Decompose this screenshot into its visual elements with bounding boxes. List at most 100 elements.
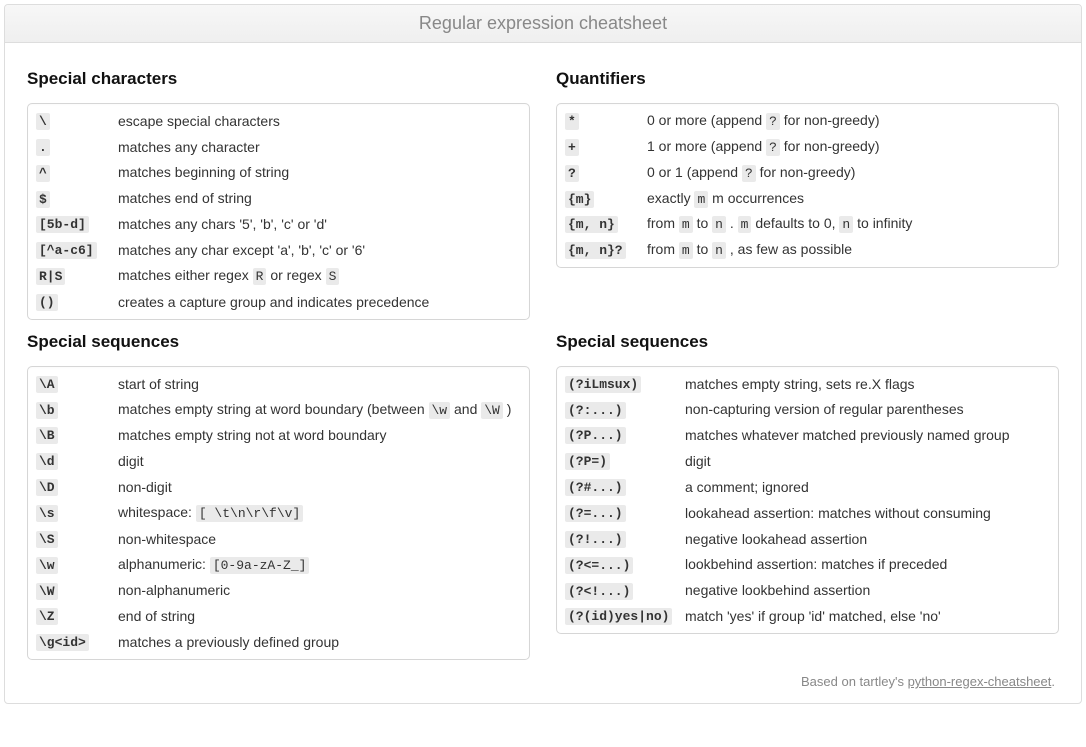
syntax-cell: \W bbox=[30, 578, 112, 604]
syntax-cell: (?!...) bbox=[559, 526, 679, 552]
footer-prefix: Based on tartley's bbox=[801, 674, 908, 689]
inline-code: \W bbox=[481, 402, 503, 419]
syntax-code: \d bbox=[36, 453, 58, 470]
table-special-chars: \escape special characters.matches any c… bbox=[30, 108, 527, 315]
syntax-code: \g<id> bbox=[36, 634, 89, 651]
row-bottom: Special sequences \A start of string \b mat… bbox=[27, 320, 1059, 660]
syntax-code: \B bbox=[36, 427, 58, 444]
description-cell: matches whatever matched previously name… bbox=[679, 422, 1056, 448]
description-cell: lookahead assertion: matches without con… bbox=[679, 500, 1056, 526]
well-special-chars: \escape special characters.matches any c… bbox=[27, 103, 530, 320]
syntax-code: \ bbox=[36, 113, 50, 130]
table-row: (?<!...)negative lookbehind assertion bbox=[559, 578, 1056, 604]
page-title: Regular expression cheatsheet bbox=[5, 5, 1081, 43]
table-row: (?<=...)lookbehind assertion: matches if… bbox=[559, 552, 1056, 578]
description-cell: digit bbox=[112, 448, 527, 474]
description-cell: match 'yes' if group 'id' matched, else … bbox=[679, 603, 1056, 629]
syntax-cell: (?iLmsux) bbox=[559, 371, 679, 397]
table-row: (?(id)yes|no) match 'yes' if group 'id' m… bbox=[559, 603, 1056, 629]
table-special-seq-right: (?iLmsux)matches empty string, sets re.X… bbox=[559, 371, 1056, 629]
syntax-code: \Z bbox=[36, 608, 58, 625]
table-row: .matches any character bbox=[30, 134, 527, 160]
syntax-cell: R|S bbox=[30, 263, 112, 289]
table-row: \g<id> matches a previously defined group bbox=[30, 629, 527, 655]
table-row: {m, n}from m to n . m defaults to 0, n t… bbox=[559, 211, 1056, 237]
description-cell: matches any chars '5', 'b', 'c' or 'd' bbox=[112, 211, 527, 237]
syntax-cell: {m, n} bbox=[559, 211, 641, 237]
well-special-seq-left: \Astart of string\bmatches empty string … bbox=[27, 366, 530, 660]
inline-code: S bbox=[326, 268, 340, 285]
syntax-cell: \A bbox=[30, 371, 112, 397]
table-row: \d digit bbox=[30, 448, 527, 474]
description-cell: matches empty string, sets re.X flags bbox=[679, 371, 1056, 397]
syntax-code: $ bbox=[36, 191, 50, 208]
description-cell: matches any char except 'a', 'b', 'c' or… bbox=[112, 237, 527, 263]
syntax-cell: \S bbox=[30, 526, 112, 552]
syntax-cell: . bbox=[30, 134, 112, 160]
table-row: R|Smatches either regex R or regex S bbox=[30, 263, 527, 289]
table-row: \Bmatches empty string not at word bound… bbox=[30, 422, 527, 448]
description-cell: start of string bbox=[112, 371, 527, 397]
description-cell: matches a previously defined group bbox=[112, 629, 527, 655]
syntax-cell: () bbox=[30, 289, 112, 315]
syntax-code: \A bbox=[36, 376, 58, 393]
heading-special-chars: Special characters bbox=[27, 69, 530, 89]
table-row: $ matches end of string bbox=[30, 186, 527, 212]
table-row: (?iLmsux)matches empty string, sets re.X… bbox=[559, 371, 1056, 397]
description-cell: exactly m m occurrences bbox=[641, 186, 1056, 212]
col-quantifiers: Quantifiers *0 or more (append ? for non… bbox=[556, 57, 1059, 320]
syntax-cell: (?<!...) bbox=[559, 578, 679, 604]
inline-code: m bbox=[679, 216, 693, 233]
syntax-code: ^ bbox=[36, 165, 50, 182]
syntax-cell: {m} bbox=[559, 186, 641, 212]
syntax-code: (?(id)yes|no) bbox=[565, 608, 672, 625]
syntax-cell: (?=...) bbox=[559, 500, 679, 526]
footer-suffix: . bbox=[1051, 674, 1055, 689]
description-cell: 0 or 1 (append ? for non-greedy) bbox=[641, 160, 1056, 186]
syntax-code: {m, n}? bbox=[565, 242, 626, 259]
syntax-code: (?P=) bbox=[565, 453, 610, 470]
table-row: \Snon-whitespace bbox=[30, 526, 527, 552]
table-row: *0 or more (append ? for non-greedy) bbox=[559, 108, 1056, 134]
syntax-code: (?=...) bbox=[565, 505, 626, 522]
footer: Based on tartley's python-regex-cheatshe… bbox=[27, 660, 1059, 693]
description-cell: from m to n , as few as possible bbox=[641, 237, 1056, 263]
table-row: ?0 or 1 (append ? for non-greedy) bbox=[559, 160, 1056, 186]
description-cell: a comment; ignored bbox=[679, 474, 1056, 500]
syntax-code: {m, n} bbox=[565, 216, 618, 233]
description-cell: matches end of string bbox=[112, 186, 527, 212]
syntax-cell: (?P=) bbox=[559, 448, 679, 474]
well-quantifiers: *0 or more (append ? for non-greedy)+1 o… bbox=[556, 103, 1059, 268]
table-row: [5b-d]matches any chars '5', 'b', 'c' or… bbox=[30, 211, 527, 237]
inline-code: ? bbox=[742, 165, 756, 182]
syntax-cell: * bbox=[559, 108, 641, 134]
heading-special-seq-left: Special sequences bbox=[27, 332, 530, 352]
table-row: (?=...) lookahead assertion: matches with… bbox=[559, 500, 1056, 526]
inline-code: ? bbox=[766, 139, 780, 156]
syntax-cell: \Z bbox=[30, 603, 112, 629]
table-row: \Dnon-digit bbox=[30, 474, 527, 500]
col-special-seq-right: Special sequences (?iLmsux)matches empty… bbox=[556, 320, 1059, 660]
description-cell: matches either regex R or regex S bbox=[112, 263, 527, 289]
syntax-cell: (?(id)yes|no) bbox=[559, 603, 679, 629]
inline-code: [ \t\n\r\f\v] bbox=[196, 505, 303, 522]
table-row: (?!...)negative lookahead assertion bbox=[559, 526, 1056, 552]
syntax-code: * bbox=[565, 113, 579, 130]
description-cell: non-digit bbox=[112, 474, 527, 500]
syntax-cell: \D bbox=[30, 474, 112, 500]
description-cell: creates a capture group and indicates pr… bbox=[112, 289, 527, 315]
table-row: \escape special characters bbox=[30, 108, 527, 134]
footer-link[interactable]: python-regex-cheatsheet bbox=[908, 674, 1052, 689]
syntax-code: \b bbox=[36, 402, 58, 419]
description-cell: non-alphanumeric bbox=[112, 578, 527, 604]
inline-code: m bbox=[738, 216, 752, 233]
table-special-seq-left: \Astart of string\bmatches empty string … bbox=[30, 371, 527, 655]
inline-code: n bbox=[712, 216, 726, 233]
syntax-code: . bbox=[36, 139, 50, 156]
panel-body: Special characters \escape special chara… bbox=[5, 43, 1081, 703]
syntax-cell: ? bbox=[559, 160, 641, 186]
inline-code: n bbox=[712, 242, 726, 259]
table-row: ()creates a capture group and indicates … bbox=[30, 289, 527, 315]
inline-code: m bbox=[694, 191, 708, 208]
inline-code: m bbox=[679, 242, 693, 259]
